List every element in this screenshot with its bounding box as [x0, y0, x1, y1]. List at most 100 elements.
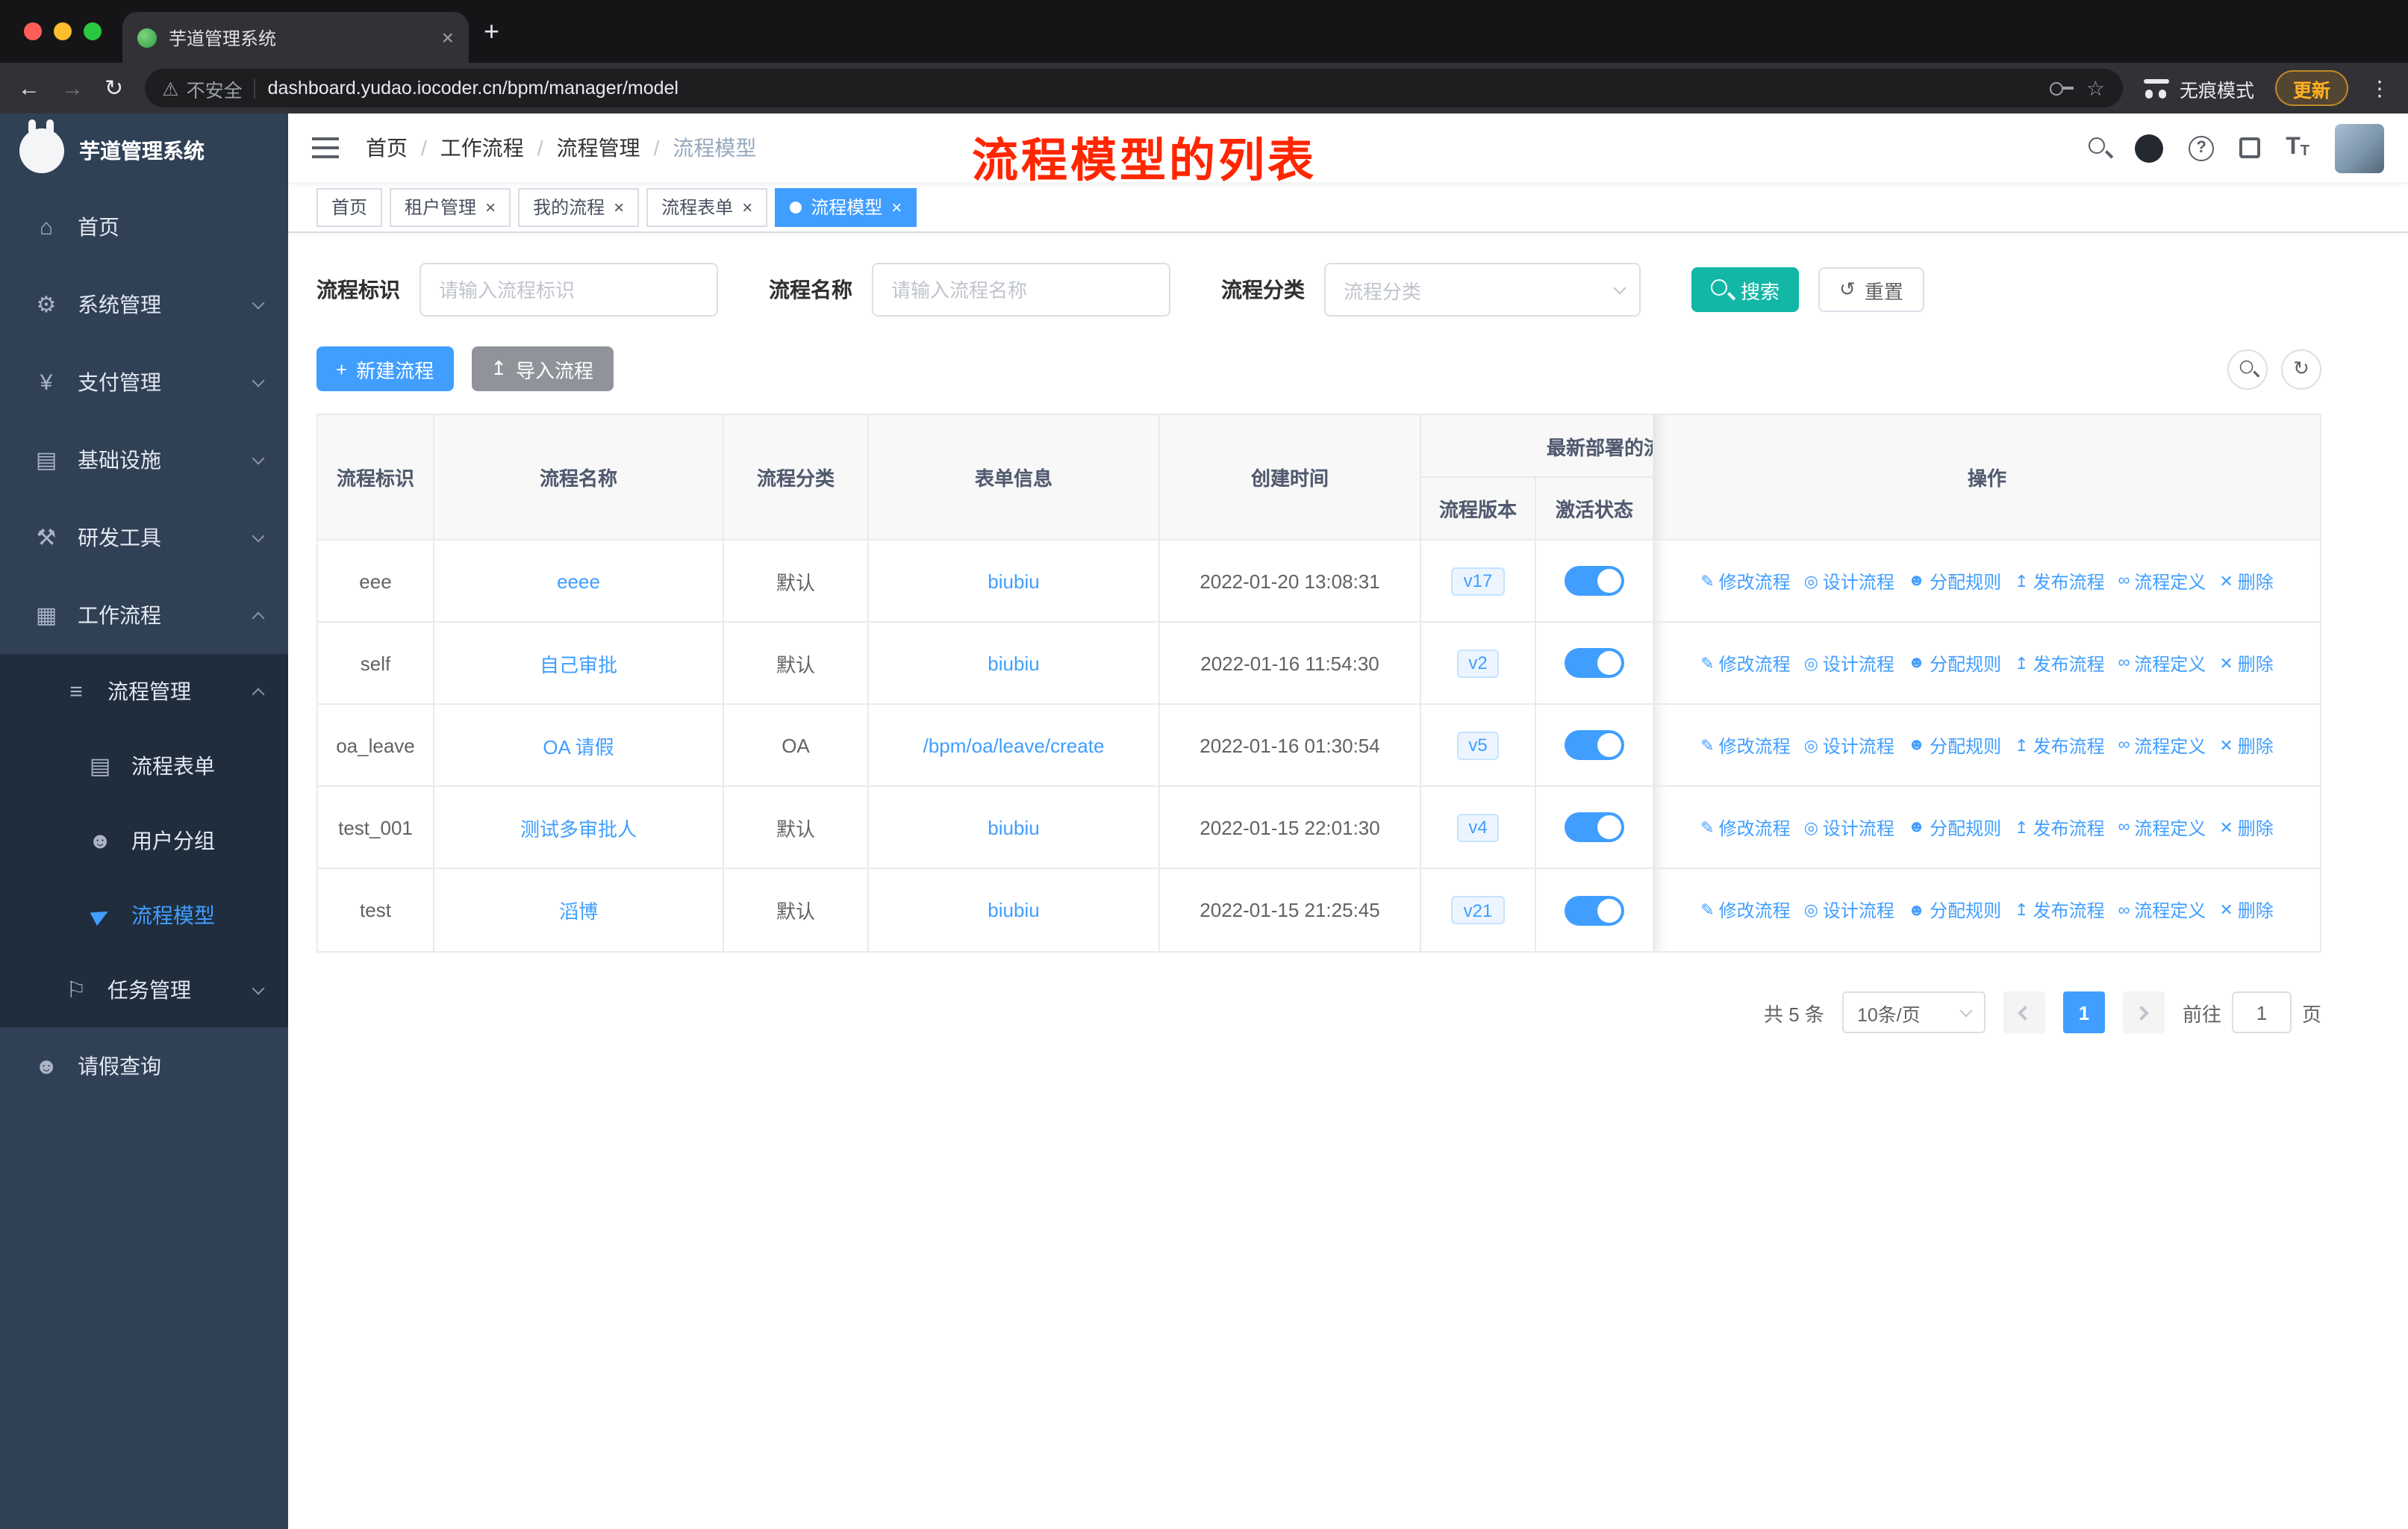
sidebar-item-process-model[interactable]: 流程模型 [0, 878, 288, 953]
process-name-link[interactable]: OA 请假 [543, 731, 614, 759]
action-edit-process[interactable]: ✎ 修改流程 [1700, 568, 1790, 594]
prev-page-button[interactable] [2003, 991, 2045, 1033]
process-id-input[interactable] [419, 263, 718, 317]
browser-update-button[interactable]: 更新 [2274, 70, 2348, 106]
back-icon[interactable]: ← [18, 75, 40, 101]
import-process-button[interactable]: ↥ 导入流程 [471, 346, 614, 391]
sidebar-item-user-group[interactable]: ☻ 用户分组 [0, 803, 288, 878]
tag-process-model[interactable]: 流程模型 × [775, 187, 917, 226]
process-category-select[interactable]: 流程分类 [1324, 263, 1641, 317]
action-process-definition[interactable]: ∞ 流程定义 [2118, 897, 2206, 923]
action-design-process[interactable]: ◎ 设计流程 [1804, 568, 1894, 594]
tag-my-process[interactable]: 我的流程 × [518, 187, 640, 226]
action-design-process[interactable]: ◎ 设计流程 [1804, 732, 1894, 758]
action-assign-rule[interactable]: ☻ 分配规则 [1908, 732, 2001, 758]
process-name-link[interactable]: 自己审批 [540, 649, 617, 677]
action-process-definition[interactable]: ∞ 流程定义 [2118, 568, 2206, 594]
github-icon[interactable] [2135, 134, 2164, 162]
form-info-link[interactable]: /bpm/oa/leave/create [923, 734, 1105, 756]
hamburger-icon[interactable] [312, 137, 339, 158]
action-publish-process[interactable]: ↥ 发布流程 [2015, 650, 2104, 676]
action-design-process[interactable]: ◎ 设计流程 [1804, 650, 1894, 676]
sidebar-logo[interactable]: 芋道管理系统 [0, 113, 288, 188]
action-publish-process[interactable]: ↥ 发布流程 [2015, 568, 2104, 594]
page-number-1[interactable]: 1 [2062, 991, 2105, 1033]
action-edit-process[interactable]: ✎ 修改流程 [1700, 650, 1790, 676]
password-key-icon[interactable] [2050, 81, 2074, 95]
action-publish-process[interactable]: ↥ 发布流程 [2015, 897, 2104, 923]
tag-tenant-management[interactable]: 租户管理 × [390, 187, 511, 226]
action-edit-process[interactable]: ✎ 修改流程 [1700, 897, 1790, 923]
process-name-link[interactable]: 测试多审批人 [520, 813, 637, 841]
tab-close-icon[interactable]: × [442, 27, 454, 48]
action-design-process[interactable]: ◎ 设计流程 [1804, 815, 1894, 840]
sidebar-item-devtools[interactable]: ⚒ 研发工具 [0, 499, 288, 576]
form-info-link[interactable]: biubiu [988, 816, 1039, 838]
action-delete[interactable]: ✕ 删除 [2219, 650, 2273, 676]
help-icon[interactable]: ? [2189, 135, 2215, 161]
avatar[interactable] [2335, 123, 2384, 172]
action-delete[interactable]: ✕ 删除 [2219, 815, 2273, 840]
goto-page-input[interactable] [2231, 991, 2292, 1033]
sidebar-item-home[interactable]: ⌂ 首页 [0, 188, 288, 266]
page-size-select[interactable]: 10条/页 [1841, 991, 1986, 1033]
active-toggle[interactable] [1565, 895, 1624, 925]
toggle-search-button[interactable] [2227, 349, 2268, 389]
sidebar-item-process-management[interactable]: ≡ 流程管理 [0, 654, 288, 729]
close-icon[interactable]: × [614, 198, 624, 216]
breadcrumb-workflow[interactable]: 工作流程 [440, 133, 524, 163]
action-process-definition[interactable]: ∞ 流程定义 [2118, 815, 2206, 840]
breadcrumb-home[interactable]: 首页 [366, 133, 408, 163]
tag-home[interactable]: 首页 [316, 187, 383, 226]
search-icon[interactable] [2089, 137, 2109, 158]
breadcrumb-process-management[interactable]: 流程管理 [557, 133, 640, 163]
sidebar-item-infrastructure[interactable]: ▤ 基础设施 [0, 421, 288, 499]
process-name-input[interactable] [872, 263, 1170, 317]
tag-process-form[interactable]: 流程表单 × [646, 187, 768, 226]
font-size-icon[interactable]: TT [2286, 135, 2309, 160]
action-delete[interactable]: ✕ 删除 [2219, 568, 2273, 594]
form-info-link[interactable]: biubiu [988, 570, 1039, 592]
forward-icon[interactable]: → [61, 75, 84, 101]
action-delete[interactable]: ✕ 删除 [2219, 897, 2273, 923]
search-button[interactable]: 搜索 [1691, 267, 1800, 312]
create-process-button[interactable]: + 新建流程 [316, 346, 454, 391]
close-icon[interactable]: × [742, 198, 752, 216]
process-name-link[interactable]: 滔博 [559, 896, 598, 924]
security-indicator[interactable]: ⚠ 不安全 [162, 74, 242, 102]
process-name-link[interactable]: eeee [557, 570, 600, 592]
action-design-process[interactable]: ◎ 设计流程 [1804, 897, 1894, 923]
sidebar-item-payment[interactable]: ¥ 支付管理 [0, 343, 288, 421]
sidebar-item-system[interactable]: ⚙ 系统管理 [0, 266, 288, 343]
action-assign-rule[interactable]: ☻ 分配规则 [1908, 568, 2001, 594]
action-process-definition[interactable]: ∞ 流程定义 [2118, 650, 2206, 676]
action-edit-process[interactable]: ✎ 修改流程 [1700, 815, 1790, 840]
active-toggle[interactable] [1565, 648, 1624, 678]
action-assign-rule[interactable]: ☻ 分配规则 [1908, 897, 2001, 923]
reload-icon[interactable]: ↻ [105, 75, 123, 102]
action-assign-rule[interactable]: ☻ 分配规则 [1908, 650, 2001, 676]
bookmark-star-icon[interactable]: ☆ [2086, 75, 2105, 101]
browser-tab[interactable]: 芋道管理系统 × [122, 12, 469, 63]
sidebar-item-workflow[interactable]: ▦ 工作流程 [0, 576, 288, 654]
close-icon[interactable]: × [891, 198, 902, 216]
next-page-button[interactable] [2122, 991, 2165, 1033]
active-toggle[interactable] [1565, 730, 1624, 760]
maximize-window-button[interactable] [84, 22, 102, 40]
active-toggle[interactable] [1565, 812, 1624, 842]
sidebar-item-leave-query[interactable]: ☻ 请假查询 [0, 1027, 288, 1105]
refresh-button[interactable]: ↻ [2281, 349, 2321, 389]
close-icon[interactable]: × [485, 198, 496, 216]
new-tab-button[interactable]: + [484, 18, 499, 45]
fullscreen-icon[interactable] [2239, 137, 2261, 158]
address-bar[interactable]: ⚠ 不安全 dashboard.yudao.iocoder.cn/bpm/man… [144, 69, 2123, 108]
action-process-definition[interactable]: ∞ 流程定义 [2118, 732, 2206, 758]
action-publish-process[interactable]: ↥ 发布流程 [2015, 732, 2104, 758]
action-publish-process[interactable]: ↥ 发布流程 [2015, 815, 2104, 840]
form-info-link[interactable]: biubiu [988, 652, 1039, 674]
browser-menu-icon[interactable]: ⋮ [2369, 75, 2390, 101]
action-delete[interactable]: ✕ 删除 [2219, 732, 2273, 758]
form-info-link[interactable]: biubiu [988, 899, 1039, 921]
sidebar-item-process-form[interactable]: ▤ 流程表单 [0, 729, 288, 803]
reset-button[interactable]: ↺ 重置 [1818, 267, 1924, 312]
